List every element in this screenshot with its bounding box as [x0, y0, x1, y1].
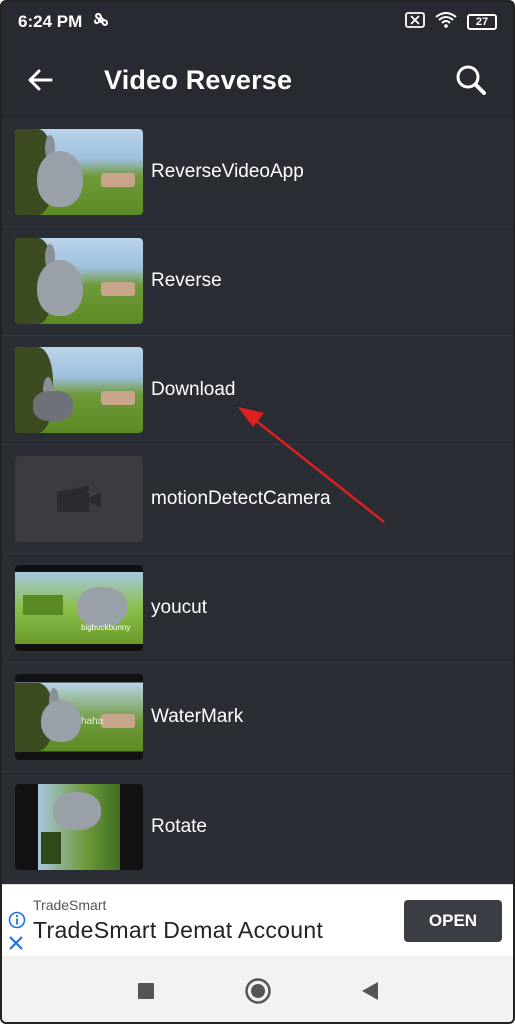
- status-time: 6:24 PM: [18, 12, 83, 31]
- app-bar: Video Reverse: [2, 42, 513, 118]
- back-button[interactable]: [2, 42, 80, 118]
- folder-item[interactable]: Download: [2, 336, 513, 445]
- sim-off-icon: [405, 11, 425, 33]
- system-nav-bar: [2, 956, 513, 1022]
- ad-banner[interactable]: TradeSmart TradeSmart Demat Account OPEN: [2, 884, 513, 956]
- fan-icon: [92, 11, 110, 34]
- recents-button[interactable]: [126, 971, 166, 1011]
- ad-close-icon[interactable]: [8, 935, 24, 956]
- recents-square-icon: [137, 983, 154, 999]
- back-nav-button[interactable]: [350, 971, 390, 1011]
- ad-title: TradeSmart Demat Account: [33, 917, 324, 943]
- folder-item[interactable]: ReverseVideoApp: [2, 118, 513, 227]
- wifi-icon: [435, 11, 457, 33]
- folder-label: ReverseVideoApp: [151, 161, 304, 182]
- folder-thumbnail: [15, 129, 143, 215]
- folder-item[interactable]: haha WaterMark: [2, 663, 513, 772]
- folder-label: Rotate: [151, 815, 207, 837]
- status-icons: 27: [405, 11, 497, 33]
- folder-thumbnail: haha: [15, 674, 143, 760]
- ad-info-icon[interactable]: [8, 911, 26, 934]
- video-placeholder-icon: [57, 486, 101, 512]
- ad-open-button[interactable]: OPEN: [404, 900, 502, 942]
- folder-thumbnail: bigbuckbunny: [15, 565, 143, 651]
- home-button[interactable]: [238, 971, 278, 1011]
- page-title: Video Reverse: [104, 64, 293, 95]
- home-circle-icon: [244, 978, 271, 1004]
- status-bar: 6:24 PM 27: [2, 2, 513, 42]
- thumb-caption: haha: [81, 716, 104, 727]
- folder-label: WaterMark: [151, 706, 244, 727]
- folder-thumbnail: [15, 238, 143, 324]
- phone-screen: 6:24 PM 27 Video Reverse ReverseVideoApp…: [0, 0, 515, 1024]
- back-triangle-icon: [361, 982, 378, 1000]
- folder-list: ReverseVideoApp Reverse Download motionD…: [2, 118, 513, 884]
- search-button[interactable]: [441, 42, 501, 118]
- folder-label: motionDetectCamera: [151, 488, 331, 509]
- arrow-left-icon: [28, 69, 53, 91]
- folder-item[interactable]: Rotate: [2, 772, 513, 881]
- folder-label: Reverse: [151, 270, 222, 291]
- folder-item[interactable]: bigbuckbunny youcut: [2, 554, 513, 663]
- folder-item[interactable]: Reverse: [2, 227, 513, 336]
- folder-label: youcut: [151, 597, 207, 618]
- folder-thumbnail: [15, 347, 143, 433]
- ad-brand: TradeSmart: [33, 897, 107, 913]
- search-icon: [456, 65, 486, 95]
- thumb-caption: bigbuckbunny: [81, 623, 131, 632]
- folder-thumbnail: [15, 456, 143, 542]
- folder-thumbnail: [15, 783, 143, 870]
- folder-label: Download: [151, 379, 236, 400]
- folder-item[interactable]: motionDetectCamera: [2, 445, 513, 554]
- battery-icon: 27: [467, 14, 497, 30]
